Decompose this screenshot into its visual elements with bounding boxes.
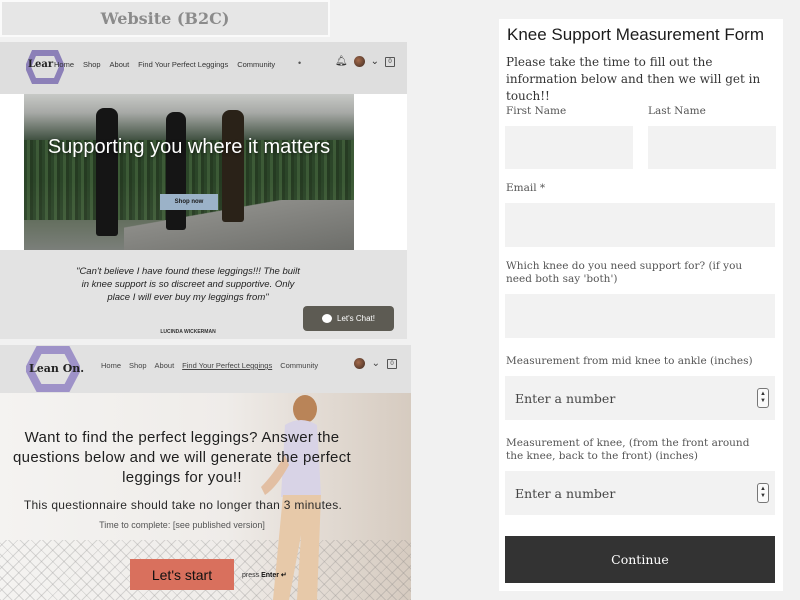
shop-now-button[interactable]: Shop now — [160, 194, 218, 210]
cart-icon[interactable]: 0 — [387, 358, 397, 369]
nav-home[interactable]: Home — [54, 60, 74, 69]
time-to-complete: Time to complete: [see published version… — [99, 520, 265, 530]
runner-figure — [166, 112, 186, 230]
chat-button-label: Let's Chat! — [337, 314, 375, 323]
nav-dot: • — [298, 58, 302, 68]
nav-icons: 🔔︎ ⌄ 0 — [335, 56, 395, 67]
ankle-measure-input[interactable]: Enter a number ▲ ▼ — [505, 376, 775, 420]
nav-community[interactable]: Community — [237, 60, 275, 69]
nav-find-leggings[interactable]: Find Your Perfect Leggings — [138, 60, 228, 69]
avatar[interactable] — [353, 56, 365, 67]
runner-figure — [96, 108, 118, 236]
site-navbar: Lean On. Home Shop About Find Your Perfe… — [0, 345, 411, 393]
last-name-input[interactable] — [648, 126, 776, 169]
questionnaire-subheading: This questionnaire should take no longer… — [23, 498, 343, 512]
avatar[interactable] — [353, 358, 365, 369]
site-navbar: Lear Home Shop About Find Your Perfect L… — [0, 42, 407, 94]
nav-community[interactable]: Community — [280, 361, 318, 370]
section-title: Website (B2C) — [0, 0, 330, 37]
logo-text: Lear — [28, 59, 54, 70]
ankle-measure-label: Measurement from mid knee to ankle (inch… — [506, 355, 753, 367]
first-name-label: First Name — [506, 105, 567, 117]
testimonial-quote: "Can't believe I have found these leggin… — [76, 266, 300, 303]
enter-key-label: Enter ↵ — [261, 572, 287, 579]
knee-measure-input[interactable]: Enter a number ▲ ▼ — [505, 471, 775, 515]
logo-text: Lean On. — [29, 362, 85, 375]
lets-start-button[interactable]: Let's start — [130, 559, 234, 590]
nav-icons: ⌄ 0 — [353, 358, 397, 369]
press-enter-hint: press Enter ↵ — [242, 571, 287, 579]
nav-links: Home Shop About Find Your Perfect Leggin… — [54, 60, 275, 69]
number-stepper-icon[interactable]: ▲ ▼ — [757, 483, 769, 503]
knee-measure-label: Measurement of knee, (from the front aro… — [506, 437, 750, 462]
knee-side-input[interactable] — [505, 294, 775, 338]
chat-bubble-icon — [322, 314, 332, 323]
hero-banner: Supporting you where it matters Shop now — [24, 94, 354, 250]
press-label: press — [242, 572, 260, 579]
nav-about[interactable]: About — [155, 361, 175, 370]
cart-icon[interactable]: 0 — [385, 56, 395, 67]
questionnaire-heading: Want to find the perfect leggings? Answe… — [13, 429, 351, 486]
ankle-measure-placeholder: Enter a number — [515, 390, 616, 406]
nav-shop[interactable]: Shop — [83, 60, 101, 69]
nav-home[interactable]: Home — [101, 361, 121, 370]
nav-about[interactable]: About — [110, 60, 130, 69]
website-mockup-questionnaire: Lean On. Home Shop About Find Your Perfe… — [0, 345, 411, 600]
chevron-down-icon[interactable]: ⌄ — [371, 56, 379, 67]
nav-shop[interactable]: Shop — [129, 361, 147, 370]
number-stepper-icon[interactable]: ▲ ▼ — [757, 388, 769, 408]
email-label: Email * — [506, 182, 546, 194]
lets-chat-button[interactable]: Let's Chat! — [303, 306, 394, 331]
bell-icon[interactable]: 🔔︎ — [335, 56, 348, 67]
nav-find-leggings[interactable]: Find Your Perfect Leggings — [182, 361, 272, 370]
knee-measure-placeholder: Enter a number — [515, 485, 616, 501]
last-name-label: Last Name — [648, 105, 706, 117]
chevron-down-icon[interactable]: ⌄ — [372, 358, 380, 369]
form-intro: Please take the time to fill out the inf… — [506, 55, 761, 103]
form-title: Knee Support Measurement Form — [507, 25, 765, 44]
first-name-input[interactable] — [505, 126, 633, 169]
knee-support-form: Knee Support Measurement Form Please tak… — [499, 19, 783, 591]
knee-side-label: Which knee do you need support for? (if … — [506, 260, 743, 285]
email-input[interactable] — [505, 203, 775, 247]
website-mockup-home: Lear Home Shop About Find Your Perfect L… — [0, 42, 407, 339]
hero-heading: Supporting you where it matters — [47, 136, 331, 158]
continue-button[interactable]: Continue — [505, 536, 775, 583]
runner-figure — [222, 110, 244, 222]
nav-links: Home Shop About Find Your Perfect Leggin… — [101, 361, 318, 370]
